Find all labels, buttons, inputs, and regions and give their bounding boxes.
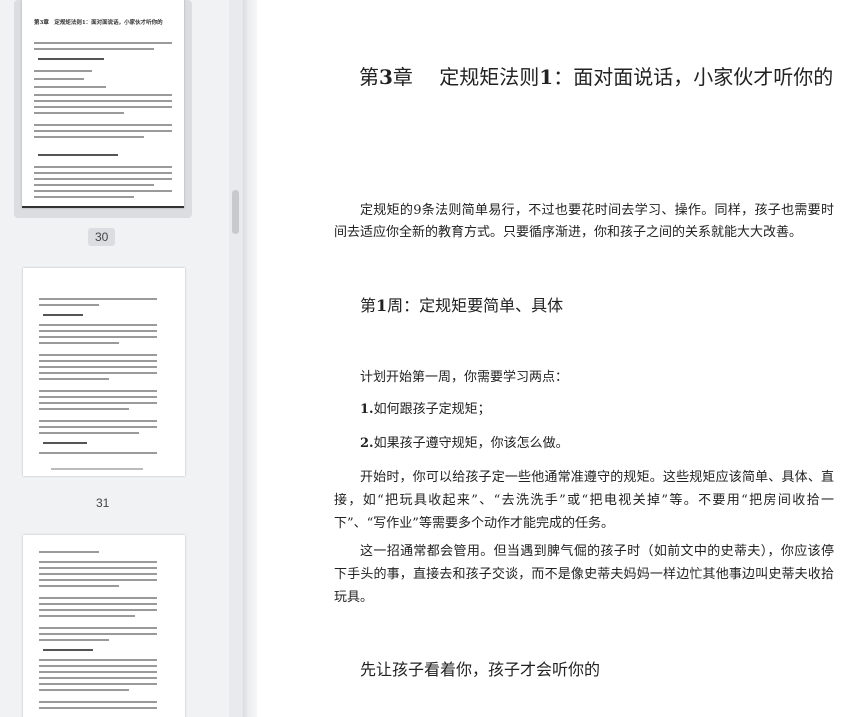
thumbnail-sidebar: 第3章 定规矩法则1：面对面说话，小家伙才听你的 30 31 xyxy=(0,0,243,717)
point-2: 2.如果孩子遵守规矩，你该怎么做。 xyxy=(360,436,569,451)
thumbnail-page-number: 30 xyxy=(88,228,116,246)
document-page: 第3章 定规矩法则1：面对面说话，小家伙才听你的 定规矩的9条法则简单易行，不过… xyxy=(257,0,853,717)
section-heading: 先让孩子看着你，孩子才会听你的 xyxy=(360,660,601,679)
plan-intro: 计划开始第一周，你需要学习两点： xyxy=(360,370,569,385)
thumbnail-page-32[interactable] xyxy=(23,535,185,717)
sidebar-resize-handle[interactable] xyxy=(243,0,257,717)
point-1: 1.如何跟孩子定规矩； xyxy=(360,402,491,417)
thumbnail-page-30-preview: 第3章 定规矩法则1：面对面说话，小家伙才听你的 xyxy=(22,0,184,208)
thumbnail-heading: 第3章 定规矩法则1：面对面说话，小家伙才听你的 xyxy=(34,20,163,26)
sidebar-scrollbar-track[interactable] xyxy=(229,0,243,717)
paragraph-start: 开始时，你可以给孩子定一些他通常准遵守的规矩。这些规矩应该简单、具体、直接，如“… xyxy=(334,470,834,531)
sidebar-scrollbar-thumb[interactable] xyxy=(232,190,239,234)
intro-paragraph: 定规矩的9条法则简单易行，不过也要花时间去学习、操作。同样，孩子也需要时间去适应… xyxy=(334,203,834,240)
chapter-title: 第3章 定规矩法则1：面对面说话，小家伙才听你的 xyxy=(359,65,834,89)
thumbnail-page-31[interactable] xyxy=(23,268,185,476)
thumbnail-page-30[interactable]: 第3章 定规矩法则1：面对面说话，小家伙才听你的 xyxy=(14,0,192,218)
paragraph-trick: 这一招通常都会管用。但当遇到脾气倔的孩子时（如前文中的史蒂夫），你应该停下手头的… xyxy=(334,544,834,605)
thumbnail-page-number: 31 xyxy=(96,496,110,510)
week-heading: 第1周：定规矩要简单、具体 xyxy=(360,296,564,315)
